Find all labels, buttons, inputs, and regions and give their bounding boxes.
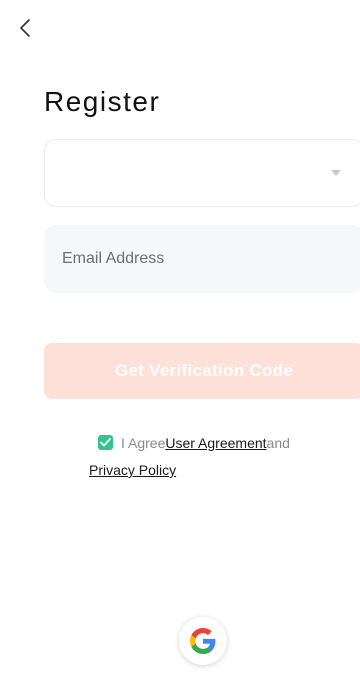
agree-prefix: I Agree — [121, 435, 166, 451]
agree-checkbox[interactable] — [98, 434, 113, 450]
caret-down-icon — [331, 170, 341, 176]
get-verification-code-button[interactable]: Get Verification Code — [44, 343, 360, 399]
checkmark-icon — [100, 437, 111, 447]
email-field-container — [44, 225, 360, 293]
page-title: Register — [44, 86, 161, 117]
agreement-text: I AgreeUser Agreementand Privacy Policy — [89, 430, 329, 484]
email-field[interactable] — [44, 225, 360, 293]
google-icon — [190, 628, 216, 654]
google-login-button[interactable] — [179, 617, 227, 665]
back-button[interactable] — [14, 16, 36, 40]
chevron-left-icon — [20, 19, 30, 37]
agree-and: and — [266, 435, 290, 451]
user-agreement-link[interactable]: User Agreement — [165, 435, 266, 451]
privacy-policy-link[interactable]: Privacy Policy — [89, 462, 176, 478]
region-select[interactable] — [44, 139, 360, 207]
